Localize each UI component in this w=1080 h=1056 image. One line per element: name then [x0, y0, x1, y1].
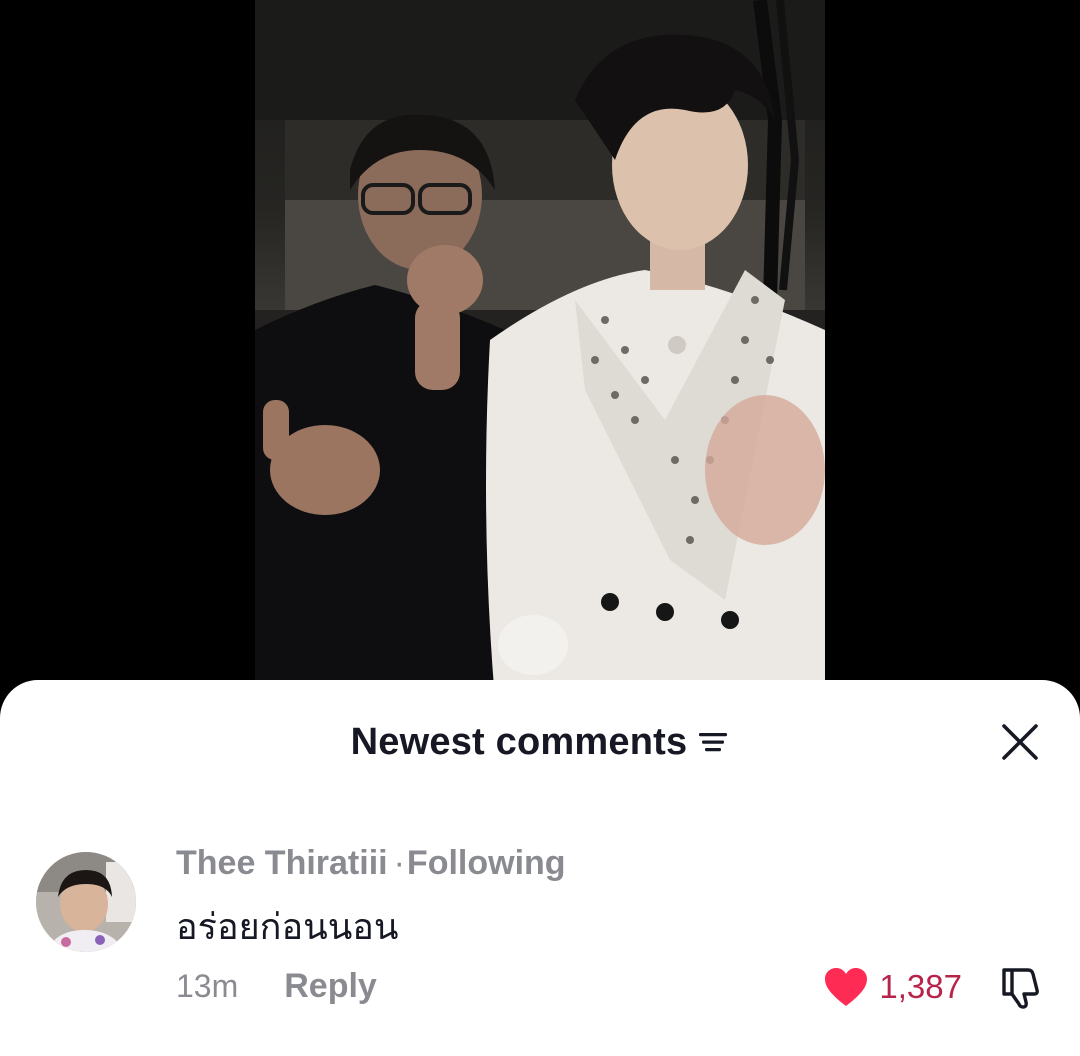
heart-icon[interactable]	[823, 966, 869, 1008]
video-frame	[255, 0, 825, 700]
close-icon[interactable]	[1000, 722, 1040, 762]
comments-sheet: Newest comments Thee Thiratiii ·Following	[0, 680, 1080, 1056]
sheet-header: Newest comments	[0, 718, 1080, 766]
comment-author[interactable]: Thee Thiratiii	[176, 844, 388, 882]
following-label: Following	[406, 844, 566, 882]
like-group[interactable]: 1,387	[823, 962, 962, 1012]
dislike-icon[interactable]	[998, 964, 1046, 1010]
video-content-illustration	[255, 0, 825, 700]
comment-time: 13m	[176, 967, 239, 1004]
comment-text: อร่อยก่อนนอน	[176, 906, 399, 947]
comment-item: Thee Thiratiii ·Following อร่อยก่อนนอน 13…	[36, 844, 1046, 1022]
reply-button[interactable]: Reply	[284, 967, 377, 1006]
avatar[interactable]	[36, 852, 136, 952]
sort-lines-icon[interactable]	[697, 729, 729, 755]
sheet-title[interactable]: Newest comments	[351, 721, 688, 764]
comment-meta: 13m Reply	[176, 966, 377, 1006]
video-player[interactable]	[0, 0, 1080, 700]
like-count: 1,387	[879, 968, 962, 1005]
separator-dot: ·	[393, 844, 405, 882]
comment-author-line: Thee Thiratiii ·Following	[176, 844, 566, 883]
